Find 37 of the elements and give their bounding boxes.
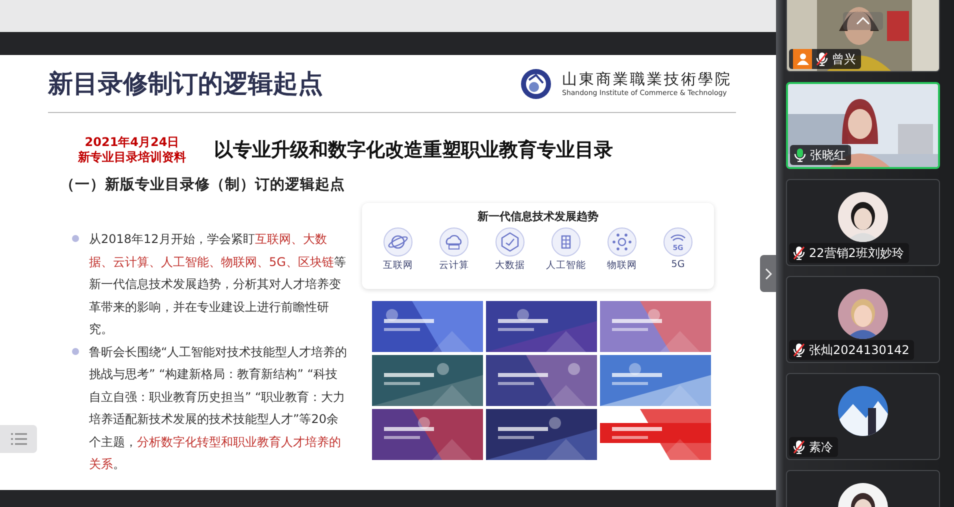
menu-button[interactable]: [0, 425, 37, 453]
trend-label: 云计算: [439, 259, 469, 272]
participant-tile[interactable]: 张灿2024130142: [786, 276, 940, 363]
participant-name: 张晓红: [810, 146, 846, 164]
participant-name: 22营销2班刘妙玲: [809, 244, 904, 262]
bullet-dot: [72, 235, 79, 242]
chevron-up-icon: [856, 17, 870, 25]
logo-icon: [520, 68, 552, 100]
trend-label: 大数据: [495, 259, 525, 272]
list-icon: [10, 433, 26, 445]
trends-title: 新一代信息技术发展趋势: [478, 209, 598, 224]
section-heading: （一）新版专业目录修（制）订的逻辑起点: [60, 176, 346, 194]
trend-label: 人工智能: [546, 259, 586, 272]
participant-tile[interactable]: 素冷: [786, 373, 940, 460]
network-icon: [607, 227, 637, 257]
participant-name: 素冷: [809, 438, 833, 456]
date-note: 2021年4月24日: [84, 135, 180, 150]
slide-title: 新目录修制订的逻辑起点: [48, 68, 323, 100]
collapse-panel-button[interactable]: [760, 255, 776, 292]
participant-name: 曾兴: [832, 50, 856, 68]
slide-headline: 以专业升级和数字化改造重塑职业教育专业目录: [214, 138, 613, 163]
participant-name: 张灿2024130142: [809, 342, 910, 358]
collapse-up-button[interactable]: [843, 12, 883, 30]
bullet-dot: [72, 348, 79, 354]
date-note: 新专业目录培训资料: [78, 150, 186, 165]
bullet-text: 从2018年12月开始，学会紧盯互联网、大数据、云计算、人工智能、物联网、5G、区块链等新一代信息技术发展趋势，分析其对人才培养变革带来的影响，并在专业建设上进行前瞻性研究。: [89, 231, 347, 338]
chevron-right-icon: [764, 268, 772, 280]
planet-icon: [383, 227, 413, 257]
trend-label: 互联网: [383, 259, 413, 272]
bullet-text: 鲁昕会长围绕“人工智能对技术技能型人才培养的挑战与思考” “构建新格局：教育新结构” “科技自立自强：职业教育历史担当” “职业教育：大力培养适配新技术发展的技术技能型人才”等20余个主题，分析数字化转型和职业教育人才培养的关系。: [89, 344, 348, 473]
participant-tile[interactable]: 曾兴: [786, 0, 940, 72]
logo-name: 山東商業職業技術學院: [562, 70, 732, 89]
participant-tile[interactable]: 22营销2班刘妙玲: [786, 179, 940, 266]
trend-label: 物联网: [607, 259, 637, 272]
trend-label: 5G: [671, 259, 685, 270]
participant-tile[interactable]: 张晓红: [786, 82, 940, 169]
cloud-icon: [439, 227, 469, 257]
